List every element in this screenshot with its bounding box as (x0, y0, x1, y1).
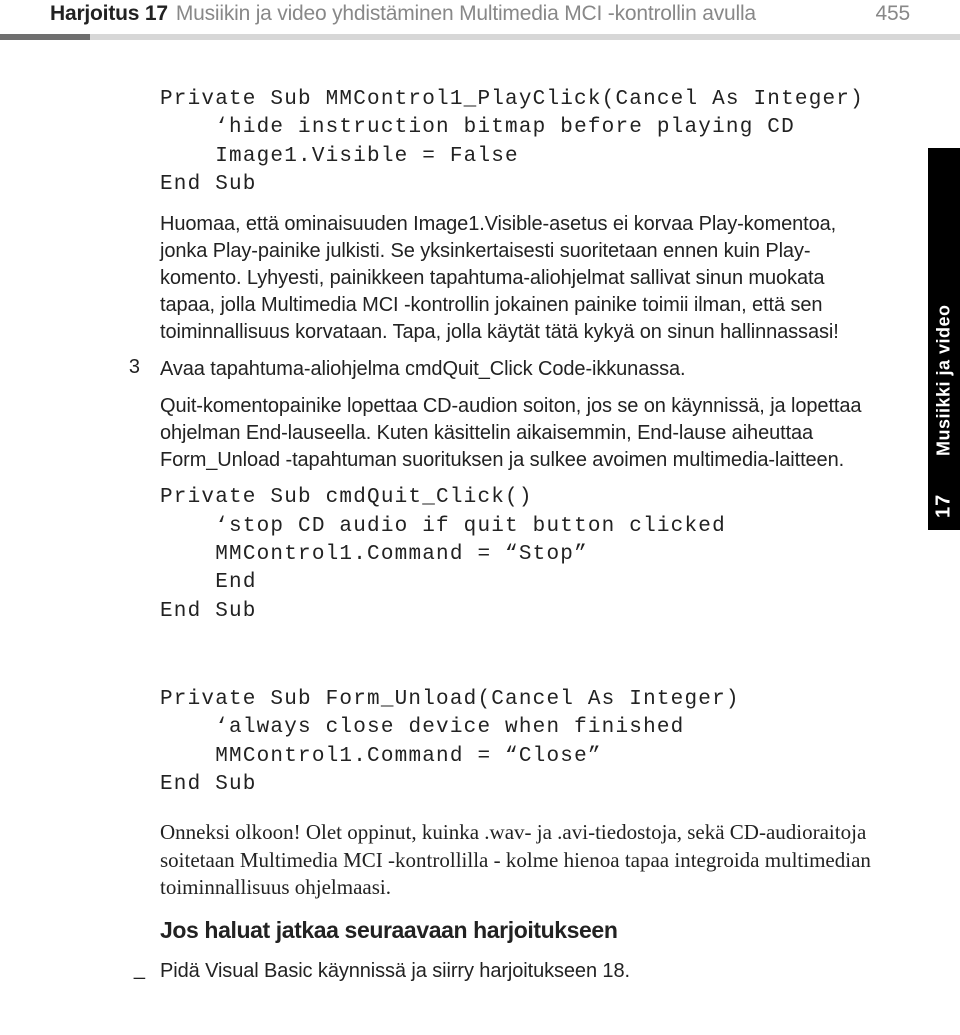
header-rule (0, 34, 960, 40)
step-number: 3 (50, 356, 140, 379)
header-rule-accent (0, 34, 90, 40)
continue-bullet: _ Pidä Visual Basic käynnissä ja siirry … (160, 958, 875, 985)
chapter-number: 17 (933, 494, 956, 518)
page-number: 455 (876, 2, 910, 26)
code-block-quit: Private Sub cmdQuit_Click() ‘stop CD aud… (160, 484, 875, 626)
code-block-playclick: Private Sub MMControl1_PlayClick(Cancel … (160, 86, 875, 199)
chapter-tab: 17 Musiikki ja video (928, 148, 960, 530)
bullet-marker: _ (65, 958, 145, 981)
running-header: Harjoitus 17 Musiikin ja video yhdistämi… (50, 0, 910, 34)
bullet-text: Pidä Visual Basic käynnissä ja siirry ha… (160, 958, 875, 985)
note-paragraph: Huomaa, että ominaisuuden Image1.Visible… (160, 211, 875, 346)
header-title: Musiikin ja video yhdistäminen Multimedi… (176, 2, 864, 26)
chapter-label: Musiikki ja video (934, 304, 955, 456)
quit-paragraph: Quit-komentopainike lopettaa CD-audion s… (160, 393, 875, 474)
header-prefix: Harjoitus 17 (50, 2, 168, 26)
content-area: 17 Musiikki ja video Private Sub MMContr… (50, 86, 910, 985)
subheading: Jos haluat jatkaa seuraavaan harjoitukse… (160, 917, 875, 944)
step-text: Avaa tapahtuma-aliohjelma cmdQuit_Click … (160, 356, 875, 383)
code-block-unload: Private Sub Form_Unload(Cancel As Intege… (160, 686, 875, 799)
step-3: 3 Avaa tapahtuma-aliohjelma cmdQuit_Clic… (160, 356, 875, 383)
congrats-paragraph: Onneksi olkoon! Olet oppinut, kuinka .wa… (160, 819, 875, 901)
